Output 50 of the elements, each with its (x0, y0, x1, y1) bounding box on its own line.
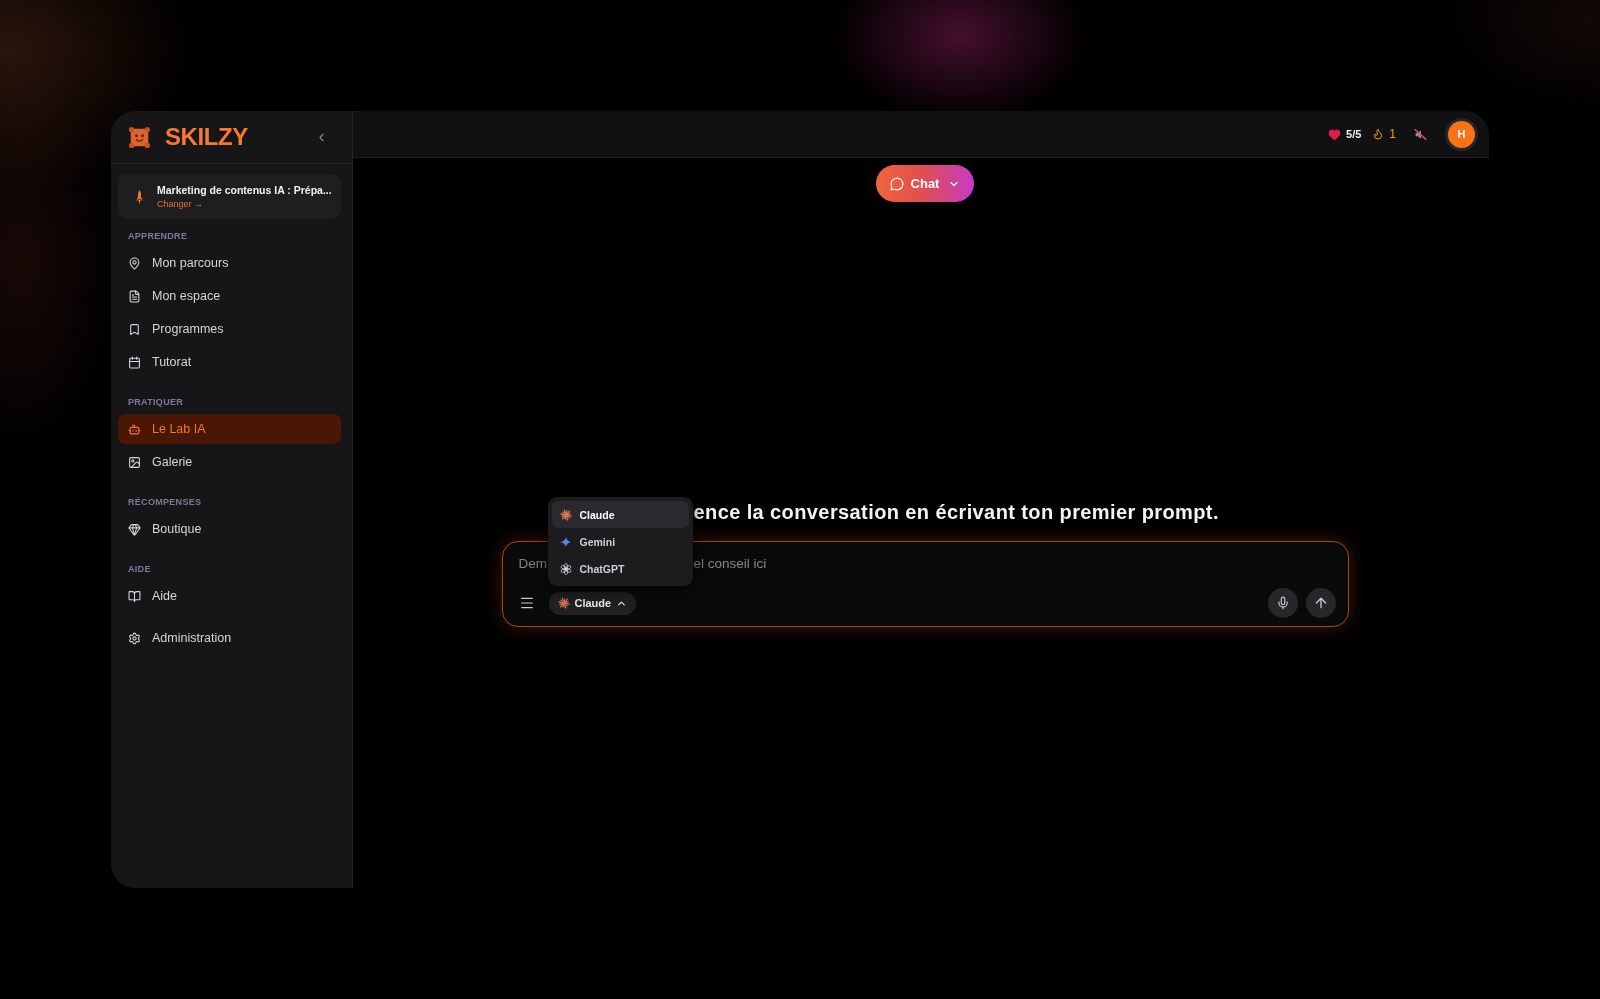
robot-icon (128, 422, 141, 436)
model-option[interactable]: Claude (551, 501, 689, 528)
section-label: AIDE (127, 564, 151, 575)
gem-icon (128, 522, 141, 536)
nav-item[interactable]: Aide (118, 581, 341, 611)
nav-item[interactable]: Galerie (118, 447, 341, 477)
streak-count: 1 (1389, 127, 1396, 141)
section-label: APPRENDRE (127, 231, 188, 242)
mode-button[interactable]: Chat (875, 165, 975, 202)
nav-item[interactable]: Tutorat (118, 347, 341, 377)
nav-item[interactable]: Le Lab IA (118, 414, 341, 444)
course-title: Marketing de contenus IA : Prépa... (157, 184, 332, 196)
image-icon (128, 455, 141, 469)
settings-icon (128, 631, 141, 645)
prompt-field[interactable]: Dem (518, 555, 547, 571)
chat-bubble-icon (889, 176, 904, 191)
brand-name: SKILZY (165, 125, 248, 149)
starburst-icon (557, 597, 570, 609)
nav-item[interactable]: Boutique (118, 514, 341, 544)
logo-icon (129, 126, 150, 148)
mic-button[interactable] (1267, 588, 1298, 618)
model-option[interactable]: ChatGPT (551, 555, 689, 582)
flower-icon (559, 562, 572, 575)
rocket-icon (136, 189, 143, 204)
heading-text: ence la conversation en écrivant ton premier prompt. (693, 500, 1219, 524)
bookmark-icon (128, 322, 141, 336)
nav-item[interactable]: Programmes (118, 314, 341, 344)
section-label: RÉCOMPENSES (127, 497, 202, 508)
starburst-icon (559, 508, 572, 521)
model-button[interactable]: Claude (548, 591, 637, 615)
nav-item[interactable]: Administration (118, 623, 341, 653)
map-pin-icon (128, 256, 141, 270)
nav-item[interactable]: Mon parcours (118, 248, 341, 278)
document-icon (128, 289, 141, 303)
menu-button[interactable] (518, 595, 535, 611)
lives-count: 5/5 (1346, 128, 1362, 140)
speaker-muted-icon[interactable] (1414, 127, 1427, 141)
book-icon (128, 589, 141, 603)
microphone-icon (1275, 596, 1290, 610)
calendar-icon (128, 355, 141, 369)
model-option[interactable]: Gemini (551, 528, 689, 555)
heart-icon (1328, 127, 1341, 141)
section-label: PRATIQUER (127, 397, 184, 408)
prompt-field[interactable]: el conseil ici (693, 555, 767, 571)
change-link[interactable]: Changer → (157, 199, 204, 209)
nav-item[interactable]: Mon espace (118, 281, 341, 311)
sparkle-icon (559, 535, 572, 548)
flame-icon (1372, 128, 1385, 140)
menu-icon (518, 595, 535, 611)
send-button[interactable] (1305, 588, 1336, 618)
